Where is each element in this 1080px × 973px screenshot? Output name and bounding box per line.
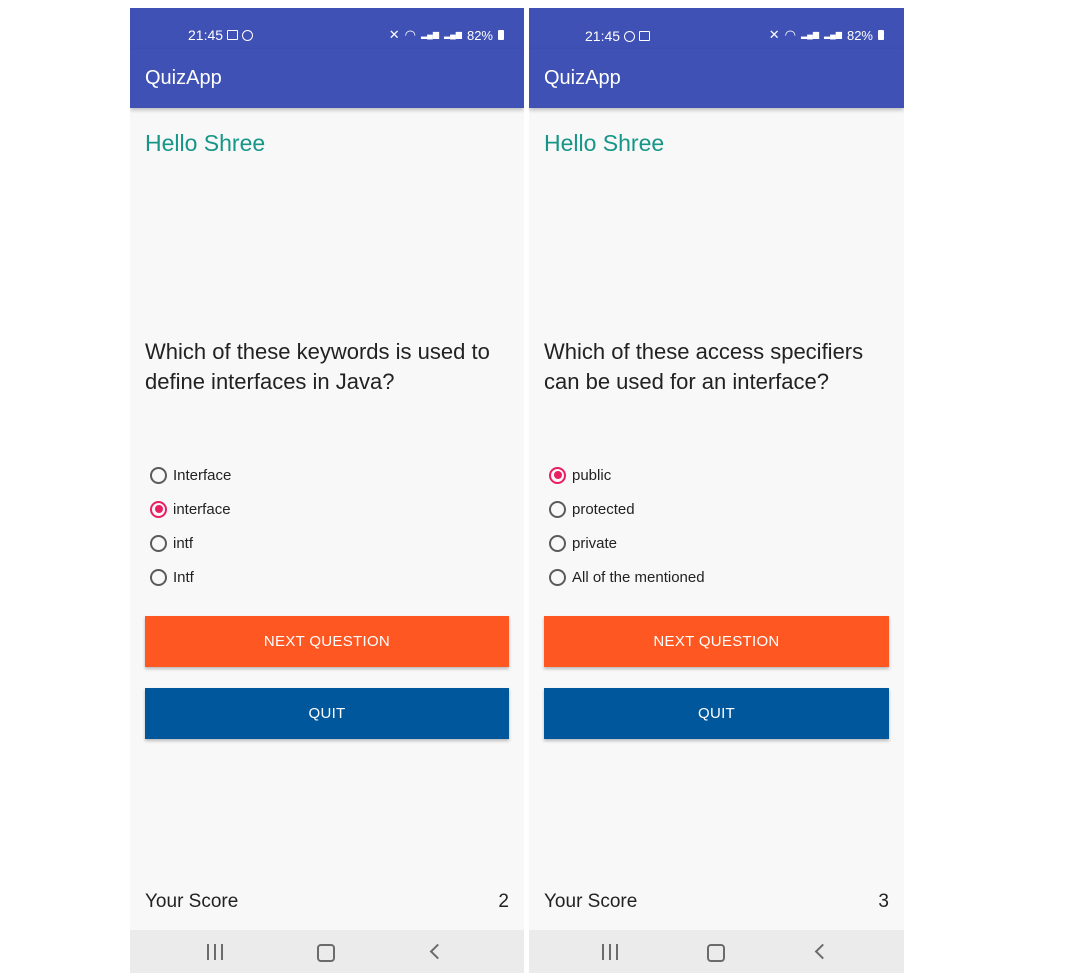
score-label: Your Score bbox=[544, 891, 638, 912]
option-label: Intf bbox=[173, 568, 194, 586]
option-label: Interface bbox=[173, 466, 232, 484]
whatsapp-notification-icon bbox=[242, 29, 254, 41]
score-label: Your Score bbox=[145, 891, 239, 912]
option-1[interactable]: public bbox=[549, 458, 705, 492]
next-question-button[interactable]: NEXT QUESTION bbox=[544, 616, 889, 667]
option-label: intf bbox=[173, 534, 194, 552]
status-bar: 21:45 ✕ ◠ ▂▄▆ ▂▄▆ 82% bbox=[529, 8, 904, 49]
radio-button-icon[interactable] bbox=[150, 466, 167, 484]
battery-percent: 82% bbox=[846, 27, 873, 43]
system-nav-bar bbox=[130, 930, 524, 973]
app-bar: QuizApp bbox=[529, 49, 904, 108]
status-icons: ✕ ◠ ▂▄▆ ▂▄▆ 82% bbox=[769, 27, 884, 43]
option-label: public bbox=[572, 466, 612, 484]
wifi-icon: ◠ bbox=[784, 27, 796, 42]
option-4[interactable]: All of the mentioned bbox=[549, 560, 705, 594]
recents-icon[interactable] bbox=[207, 944, 223, 960]
question-text: Which of these keywords is used to defin… bbox=[145, 339, 490, 394]
option-label: interface bbox=[173, 500, 231, 518]
answer-options: Interface interface intf Intf bbox=[150, 458, 231, 594]
phone-screen-1: 21:45 ✕ ◠ ▂▄▆ ▂▄▆ 82% QuizApp Hello Shre… bbox=[130, 8, 524, 973]
radio-button-checked-icon[interactable] bbox=[549, 466, 566, 484]
option-1[interactable]: Interface bbox=[150, 458, 231, 492]
option-label: All of the mentioned bbox=[572, 568, 705, 586]
phone-screen-2: 21:45 ✕ ◠ ▂▄▆ ▂▄▆ 82% QuizApp Hello Shre… bbox=[529, 8, 904, 973]
battery-icon bbox=[878, 30, 884, 40]
system-nav-bar bbox=[529, 930, 904, 973]
status-time: 21:45 bbox=[188, 27, 224, 43]
quit-button[interactable]: QUIT bbox=[544, 688, 889, 739]
mute-icon: ✕ bbox=[388, 27, 400, 42]
quiz-content: Hello Shree Which of these keywords is u… bbox=[130, 108, 524, 930]
question-text: Which of these access specifiers can be … bbox=[544, 339, 864, 394]
option-label: private bbox=[572, 534, 618, 552]
status-time-group: 21:45 bbox=[188, 27, 254, 43]
signal-lte2-icon: ▂▄▆ bbox=[823, 30, 842, 39]
signal-lte1-icon: ▂▄▆ bbox=[801, 30, 819, 39]
battery-percent: 82% bbox=[466, 27, 493, 43]
quit-button[interactable]: QUIT bbox=[145, 688, 509, 739]
quiz-content: Hello Shree Which of these access specif… bbox=[529, 108, 904, 930]
option-3[interactable]: intf bbox=[150, 526, 231, 560]
mute-icon: ✕ bbox=[768, 27, 780, 42]
option-label: protected bbox=[572, 500, 635, 518]
greeting-text: Hello Shree bbox=[145, 130, 266, 156]
whatsapp-notification-icon bbox=[624, 30, 636, 42]
gallery-notification-icon bbox=[639, 31, 651, 41]
score-value: 3 bbox=[878, 891, 889, 912]
gallery-notification-icon bbox=[227, 30, 239, 40]
next-question-button[interactable]: NEXT QUESTION bbox=[145, 616, 509, 667]
status-icons: ✕ ◠ ▂▄▆ ▂▄▆ 82% bbox=[389, 27, 504, 43]
greeting-text: Hello Shree bbox=[544, 130, 665, 156]
back-icon[interactable] bbox=[814, 943, 831, 960]
signal-lte1-icon: ▂▄▆ bbox=[421, 30, 439, 39]
app-title: QuizApp bbox=[145, 67, 222, 89]
radio-button-icon[interactable] bbox=[150, 568, 167, 586]
status-time-group: 21:45 bbox=[585, 28, 651, 44]
app-title: QuizApp bbox=[544, 67, 621, 89]
home-icon[interactable] bbox=[317, 944, 335, 962]
wifi-icon: ◠ bbox=[404, 27, 416, 42]
home-icon[interactable] bbox=[707, 944, 725, 962]
option-2[interactable]: protected bbox=[549, 492, 705, 526]
radio-button-icon[interactable] bbox=[549, 568, 566, 586]
status-bar: 21:45 ✕ ◠ ▂▄▆ ▂▄▆ 82% bbox=[130, 8, 524, 49]
score-value: 2 bbox=[498, 891, 509, 912]
option-3[interactable]: private bbox=[549, 526, 705, 560]
app-bar: QuizApp bbox=[130, 49, 524, 108]
signal-lte2-icon: ▂▄▆ bbox=[443, 30, 462, 39]
radio-button-icon[interactable] bbox=[150, 534, 167, 552]
radio-button-checked-icon[interactable] bbox=[150, 500, 167, 518]
recents-icon[interactable] bbox=[602, 944, 618, 960]
option-4[interactable]: Intf bbox=[150, 560, 231, 594]
status-time: 21:45 bbox=[585, 28, 621, 44]
radio-button-icon[interactable] bbox=[549, 534, 566, 552]
back-icon[interactable] bbox=[429, 943, 446, 960]
battery-icon bbox=[498, 30, 504, 40]
option-2[interactable]: interface bbox=[150, 492, 231, 526]
answer-options: public protected private All of the ment… bbox=[549, 458, 705, 594]
radio-button-icon[interactable] bbox=[549, 500, 566, 518]
